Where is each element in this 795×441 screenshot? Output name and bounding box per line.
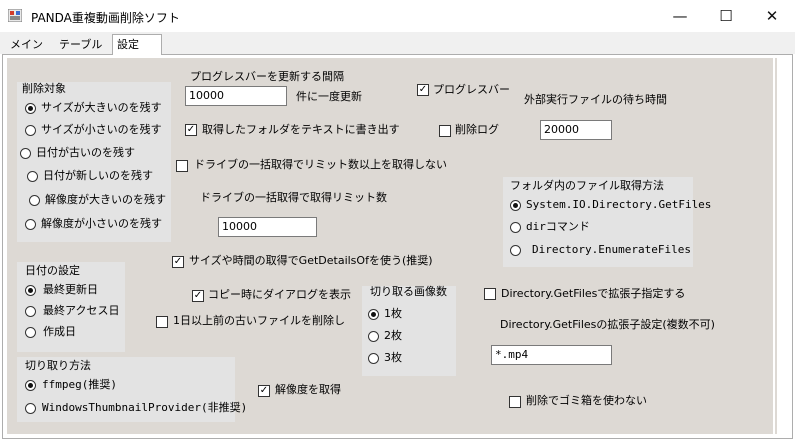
keep-smaller-label: サイズが小さいのを残す bbox=[41, 123, 162, 136]
progress-interval-input[interactable]: 10000 bbox=[185, 86, 287, 106]
progress-bar-label: プログレスバー bbox=[433, 83, 510, 96]
dir-command-radio[interactable] bbox=[510, 222, 521, 233]
keep-lower-res-radio[interactable] bbox=[25, 219, 36, 230]
crop-1-label: 1枚 bbox=[384, 307, 402, 320]
delete-old-checkbox[interactable] bbox=[156, 316, 168, 328]
keep-older-radio[interactable] bbox=[20, 148, 31, 159]
keep-larger-radio[interactable] bbox=[25, 103, 36, 114]
keep-higher-res-radio[interactable] bbox=[29, 195, 40, 206]
enumerate-files-label: Directory.EnumerateFiles bbox=[532, 243, 691, 256]
thumbnail-provider-radio[interactable] bbox=[25, 403, 36, 414]
ffmpeg-radio[interactable] bbox=[25, 380, 36, 391]
tab-table[interactable]: テーブル bbox=[55, 36, 106, 54]
keep-older-label: 日付が古いのを残す bbox=[36, 146, 135, 159]
crop-2-radio[interactable] bbox=[368, 331, 379, 342]
thumbnail-provider-label: WindowsThumbnailProvider(非推奨) bbox=[42, 401, 248, 414]
enumerate-files-radio[interactable] bbox=[510, 245, 521, 256]
close-button[interactable]: ✕ bbox=[749, 0, 795, 32]
use-details-label: サイズや時間の取得でGetDetailsOfを使う(推奨) bbox=[189, 254, 433, 267]
delete-target-title: 削除対象 bbox=[22, 82, 66, 95]
drive-limit-input[interactable]: 10000 bbox=[218, 217, 317, 237]
delete-log-checkbox[interactable] bbox=[439, 125, 451, 137]
delete-old-label: 1日以上前の古いファイルを削除し bbox=[173, 314, 345, 327]
write-folders-label: 取得したフォルダをテキストに書き出す bbox=[202, 123, 400, 136]
tab-settings[interactable]: 設定 bbox=[112, 34, 162, 55]
tab-main[interactable]: メイン bbox=[6, 36, 47, 54]
use-details-checkbox[interactable]: ✓ bbox=[172, 256, 184, 268]
keep-higher-res-label: 解像度が大きいのを残す bbox=[45, 193, 166, 206]
get-resolution-checkbox[interactable]: ✓ bbox=[258, 385, 270, 397]
getfiles-label: System.IO.Directory.GetFiles bbox=[526, 198, 712, 211]
keep-newer-label: 日付が新しいのを残す bbox=[43, 169, 153, 182]
app-icon bbox=[7, 8, 23, 23]
last-modified-label: 最終更新日 bbox=[43, 283, 98, 296]
created-date-label: 作成日 bbox=[43, 325, 76, 338]
drive-limit-check-label: ドライブの一括取得でリミット数以上を取得しない bbox=[194, 158, 447, 171]
maximize-button[interactable]: ☐ bbox=[703, 0, 749, 32]
ext-specify-label: Directory.GetFilesで拡張子指定する bbox=[501, 287, 686, 300]
write-folders-checkbox[interactable]: ✓ bbox=[185, 124, 197, 136]
no-recycle-checkbox[interactable] bbox=[509, 396, 521, 408]
progress-bar-checkbox[interactable]: ✓ bbox=[417, 84, 429, 96]
folder-method-title: フォルダ内のファイル取得方法 bbox=[510, 179, 664, 192]
getfiles-radio[interactable] bbox=[510, 200, 521, 211]
window-title: PANDA重複動画削除ソフト bbox=[31, 11, 180, 25]
ext-setting-input[interactable]: *.mp4 bbox=[491, 345, 612, 365]
last-access-label: 最終アクセス日 bbox=[43, 304, 120, 317]
keep-smaller-radio[interactable] bbox=[25, 125, 36, 136]
minimize-button[interactable]: — bbox=[657, 0, 703, 32]
keep-lower-res-label: 解像度が小さいのを残す bbox=[41, 217, 162, 230]
crop-3-radio[interactable] bbox=[368, 353, 379, 364]
crop-method-title: 切り取り方法 bbox=[25, 359, 91, 372]
date-setting-title: 日付の設定 bbox=[25, 264, 80, 277]
get-resolution-label: 解像度を取得 bbox=[275, 383, 341, 396]
last-access-radio[interactable] bbox=[25, 306, 36, 317]
drive-limit-label: ドライブの一括取得で取得リミット数 bbox=[200, 191, 387, 204]
crop-2-label: 2枚 bbox=[384, 329, 402, 342]
external-wait-input[interactable]: 20000 bbox=[540, 120, 612, 140]
delete-log-label: 削除ログ bbox=[455, 123, 499, 136]
panel-edge bbox=[773, 58, 775, 434]
ext-specify-checkbox[interactable] bbox=[484, 288, 496, 300]
progress-interval-suffix: 件に一度更新 bbox=[296, 90, 362, 103]
copy-dialog-label: コピー時にダイアログを表示 bbox=[208, 288, 351, 301]
crop-1-radio[interactable] bbox=[368, 309, 379, 320]
keep-larger-label: サイズが大きいのを残す bbox=[41, 101, 162, 114]
progress-interval-label: プログレスバーを更新する間隔 bbox=[190, 70, 344, 83]
keep-newer-radio[interactable] bbox=[27, 171, 38, 182]
ffmpeg-label: ffmpeg(推奨) bbox=[42, 378, 117, 391]
external-wait-label: 外部実行ファイルの待ち時間 bbox=[524, 93, 667, 106]
ext-setting-label: Directory.GetFilesの拡張子設定(複数不可) bbox=[500, 318, 715, 331]
crop-3-label: 3枚 bbox=[384, 351, 402, 364]
copy-dialog-checkbox[interactable]: ✓ bbox=[192, 290, 204, 302]
dir-command-label: dirコマンド bbox=[526, 220, 590, 233]
crop-images-title: 切り取る画像数 bbox=[370, 285, 447, 298]
last-modified-radio[interactable] bbox=[25, 285, 36, 296]
no-recycle-label: 削除でゴミ箱を使わない bbox=[526, 394, 647, 407]
drive-limit-checkbox[interactable] bbox=[176, 160, 188, 172]
created-date-radio[interactable] bbox=[25, 327, 36, 338]
